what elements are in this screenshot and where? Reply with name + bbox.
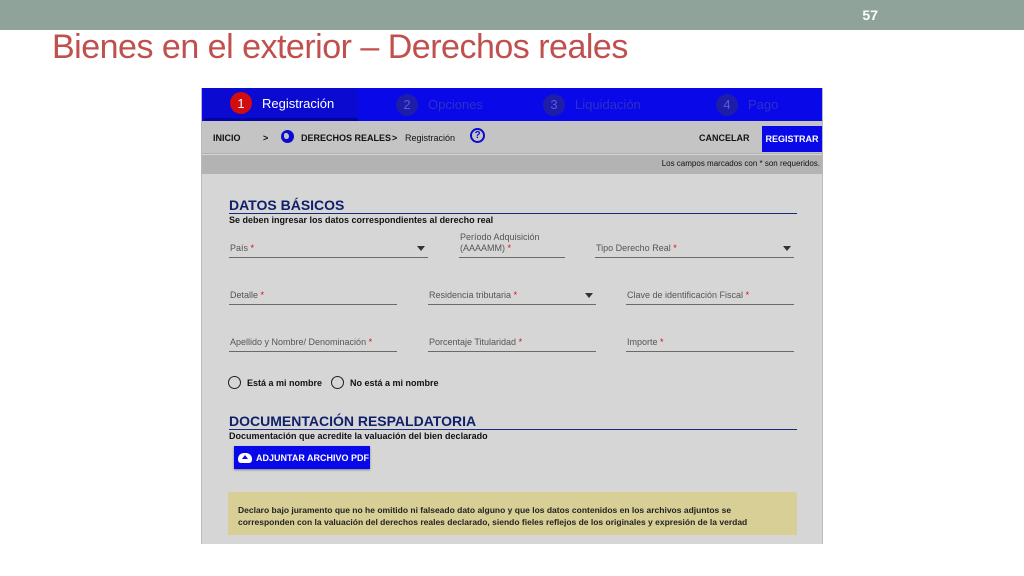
- clave-label: Clave de identificación Fiscal *: [627, 290, 749, 301]
- required-mark: *: [368, 337, 373, 347]
- help-icon[interactable]: ?: [470, 128, 485, 143]
- step-pago[interactable]: 4 Pago: [716, 88, 778, 121]
- steps-bar: 1 Registración 2 Opciones 3 Liquidación …: [202, 88, 822, 121]
- step-number: 2: [396, 93, 418, 116]
- documentacion-title: DOCUMENTACIÓN RESPALDATORIA: [229, 413, 477, 429]
- breadcrumb-section[interactable]: DERECHOS REALES: [301, 133, 391, 143]
- chevron-down-icon: [783, 246, 791, 251]
- pais-select[interactable]: País *: [229, 236, 428, 258]
- pais-label: País *: [230, 243, 254, 254]
- step-label: Liquidación: [575, 97, 641, 112]
- detalle-input[interactable]: Detalle *: [229, 283, 397, 305]
- step-number: 1: [230, 92, 252, 114]
- apellido-label-text: Apellido y Nombre/ Denominación: [230, 337, 367, 347]
- detalle-label: Detalle *: [230, 290, 264, 301]
- step-opciones[interactable]: 2 Opciones: [396, 88, 483, 121]
- porcentaje-titularidad-input[interactable]: Porcentaje Titularidad *: [428, 330, 596, 352]
- residencia-label-text: Residencia tributaria: [429, 290, 512, 300]
- periodo-label-line1: Período Adquisición: [460, 232, 540, 242]
- declaration-box: Declaro bajo juramento que no he omitido…: [228, 492, 797, 535]
- required-mark: *: [673, 243, 677, 253]
- periodo-label-line2: (AAAAMM): [460, 243, 505, 253]
- radio-a-mi-nombre[interactable]: Está a mi nombre: [228, 376, 322, 389]
- step-number: 4: [716, 93, 738, 116]
- clave-label-text: Clave de identificación Fiscal: [627, 290, 744, 300]
- apellido-nombre-input[interactable]: Apellido y Nombre/ Denominación *: [229, 330, 397, 352]
- slide-number: 57: [862, 7, 878, 23]
- required-mark: *: [518, 337, 523, 347]
- importe-label: Importe *: [627, 337, 664, 348]
- breadcrumb-current: Registración: [405, 133, 456, 143]
- breadcrumb-home[interactable]: INICIO: [213, 133, 241, 143]
- periodo-label: Período Adquisición (AAAAMM) *: [460, 232, 540, 254]
- section-divider: [229, 429, 797, 430]
- required-note: Los campos marcados con * son requeridos…: [661, 159, 820, 168]
- porcentaje-label: Porcentaje Titularidad *: [429, 337, 522, 348]
- importe-label-text: Importe: [627, 337, 658, 347]
- datos-basicos-subtitle: Se deben ingresar los datos correspondie…: [229, 215, 494, 225]
- cancel-button[interactable]: CANCELAR: [699, 133, 750, 143]
- required-mark: *: [260, 290, 265, 300]
- step-number: 3: [543, 93, 565, 116]
- breadcrumb-bar: INICIO > DERECHOS REALES > Registración …: [202, 121, 822, 154]
- importe-input[interactable]: Importe *: [626, 330, 794, 352]
- breadcrumb-separator: >: [263, 133, 269, 143]
- radio-label: Está a mi nombre: [247, 377, 323, 388]
- tipo-derecho-real-select[interactable]: Tipo Derecho Real *: [595, 236, 794, 258]
- detalle-label-text: Detalle: [230, 290, 259, 300]
- tipo-label-text: Tipo Derecho Real: [596, 243, 671, 253]
- required-mark: *: [660, 337, 664, 347]
- documentacion-subtitle: Documentación que acredite la valuación …: [229, 431, 488, 441]
- clave-fiscal-input[interactable]: Clave de identificación Fiscal *: [626, 283, 794, 305]
- step-liquidacion[interactable]: 3 Liquidación: [543, 88, 641, 121]
- apellido-label: Apellido y Nombre/ Denominación *: [230, 337, 372, 348]
- pais-label-text: País: [230, 243, 249, 253]
- step-label: Registración: [262, 95, 335, 111]
- slide: 57 Bienes en el exterior – Derechos real…: [0, 0, 1024, 576]
- required-note-bar: Los campos marcados con * son requeridos…: [202, 155, 822, 174]
- required-mark: *: [513, 290, 518, 300]
- attach-pdf-label: ADJUNTAR ARCHIVO PDF: [256, 452, 370, 463]
- residencia-tributaria-select[interactable]: Residencia tributaria *: [428, 283, 596, 305]
- required-mark: *: [507, 243, 512, 253]
- step-registracion[interactable]: 1 Registración: [204, 88, 358, 121]
- residencia-label: Residencia tributaria *: [429, 290, 517, 301]
- porcentaje-label-text: Porcentaje Titularidad: [429, 337, 517, 347]
- register-button[interactable]: REGISTRAR: [762, 126, 822, 152]
- datos-basicos-title: DATOS BÁSICOS: [229, 197, 345, 213]
- step-label: Opciones: [428, 97, 483, 112]
- required-mark: *: [250, 243, 255, 253]
- required-mark: *: [745, 290, 750, 300]
- declaration-text: Declaro bajo juramento que no he omitido…: [238, 505, 748, 527]
- radio-circle: [228, 376, 241, 389]
- chevron-down-icon: [585, 293, 593, 298]
- globe-icon: [281, 130, 294, 143]
- periodo-adquisicion-input[interactable]: Período Adquisición (AAAAMM) *: [459, 228, 565, 258]
- slide-title: Bienes en el exterior – Derechos reales: [52, 28, 628, 66]
- radio-no-a-mi-nombre[interactable]: No está a mi nombre: [331, 376, 439, 389]
- breadcrumb-separator: >: [392, 133, 398, 143]
- radio-circle: [331, 376, 344, 389]
- section-divider: [229, 213, 797, 214]
- attach-pdf-button[interactable]: ADJUNTAR ARCHIVO PDF: [234, 446, 370, 469]
- cloud-upload-icon: [238, 452, 252, 463]
- form-screenshot: 1 Registración 2 Opciones 3 Liquidación …: [201, 88, 823, 544]
- radio-label: No está a mi nombre: [350, 377, 439, 388]
- chevron-down-icon: [417, 246, 425, 251]
- step-label: Pago: [748, 97, 779, 112]
- tipo-label: Tipo Derecho Real *: [596, 243, 677, 254]
